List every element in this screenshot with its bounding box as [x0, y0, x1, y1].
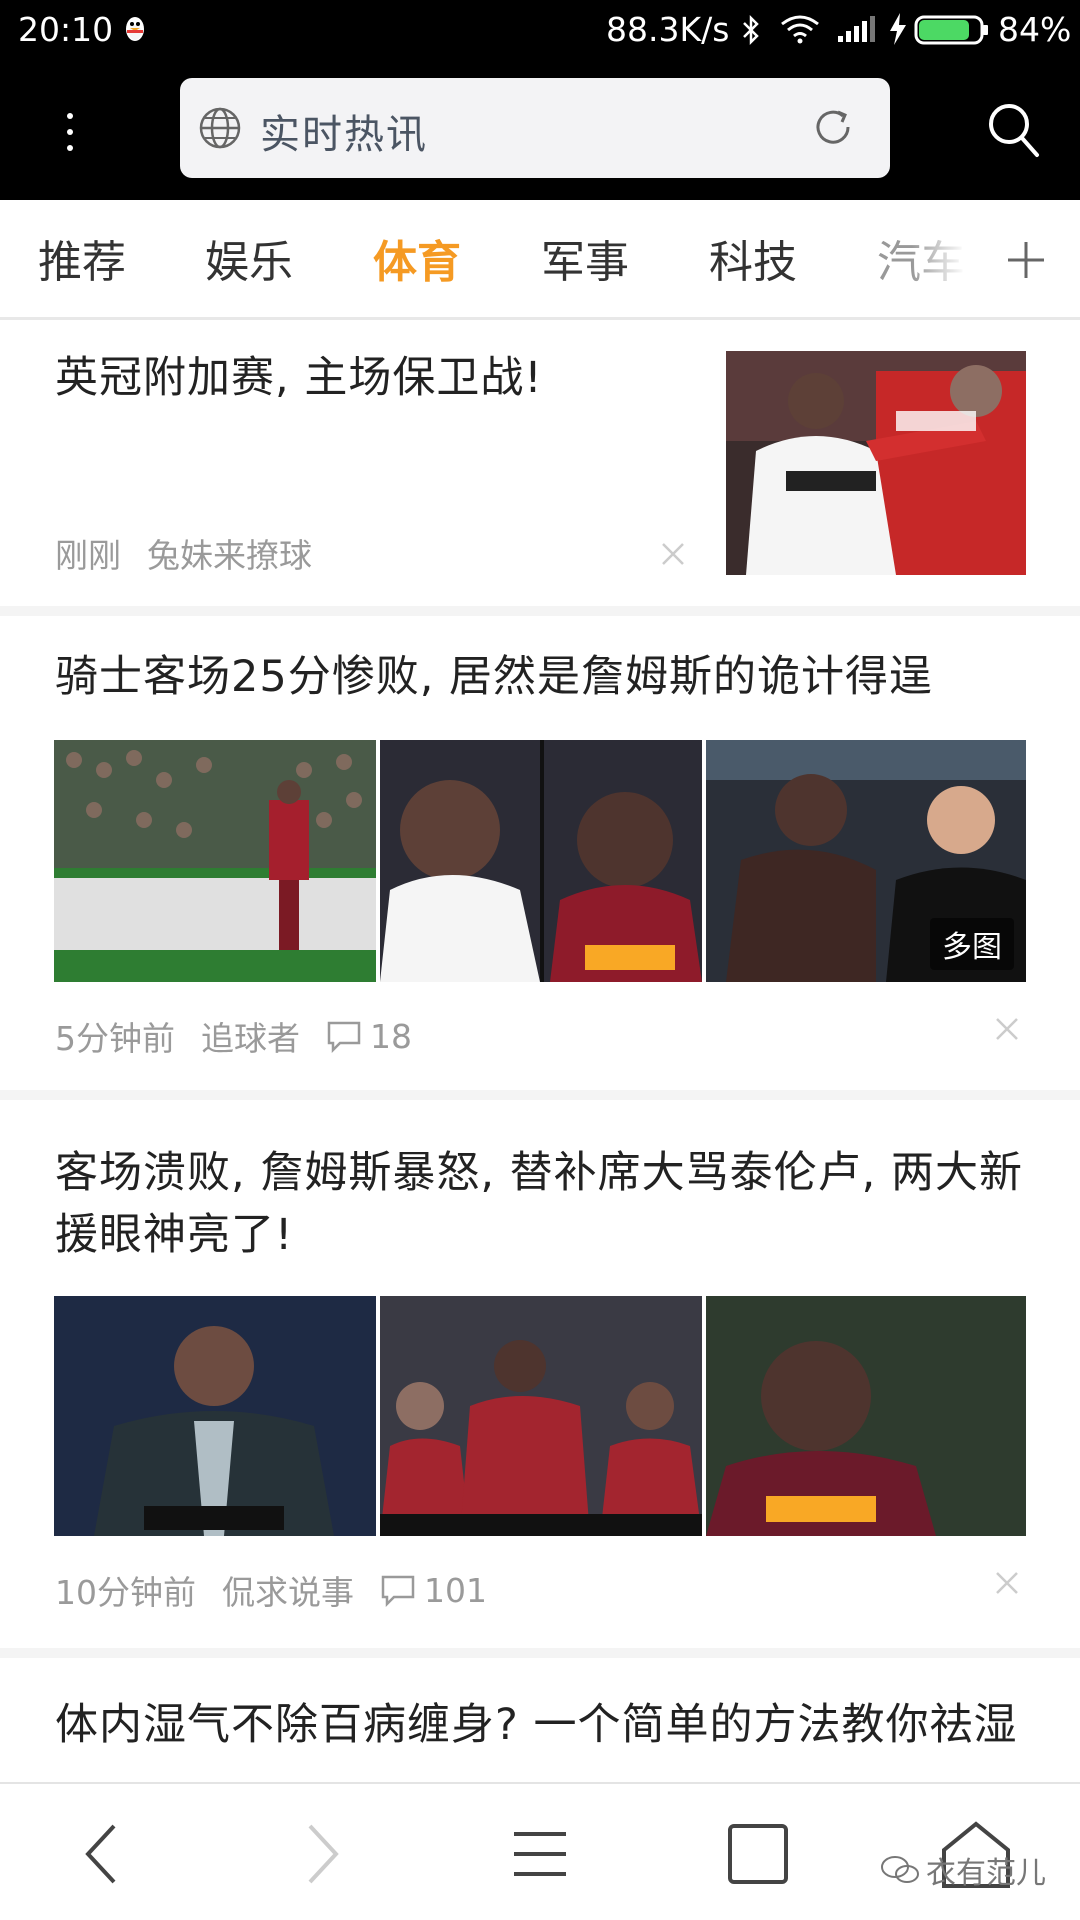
tabs-window-icon[interactable] — [718, 1814, 798, 1894]
add-channel-icon[interactable] — [1006, 240, 1046, 280]
news-image-3[interactable]: 多图 — [706, 740, 1026, 982]
football-photo — [726, 351, 1026, 575]
news-card[interactable]: 骑士客场25分惨败, 居然是詹姆斯的诡计得逞 多图 5分钟前 追球者 18 — [0, 616, 1080, 1090]
status-time: 20:10 — [18, 10, 114, 49]
news-title: 英冠附加赛, 主场保卫战! — [55, 353, 543, 403]
news-image-1[interactable] — [54, 1296, 376, 1536]
more-menu-icon[interactable] — [46, 92, 94, 172]
divider — [0, 1090, 1080, 1100]
crowd-photo — [54, 740, 376, 982]
tab-sports[interactable]: 体育 — [373, 226, 461, 290]
news-time: 10分钟前 — [55, 1573, 196, 1612]
news-thumbnail[interactable] — [726, 351, 1026, 575]
qq-penguin-icon — [126, 17, 144, 41]
dismiss-icon[interactable] — [660, 541, 686, 567]
wifi-icon — [781, 15, 819, 44]
channel-tabs: 推荐 娱乐 体育 军事 科技 汽车 — [0, 200, 1080, 320]
james-photo — [706, 1296, 1026, 1536]
divider — [0, 606, 1080, 616]
dismiss-icon[interactable] — [994, 1570, 1020, 1596]
watermark-text: 衣有范儿 — [926, 1856, 1046, 1891]
news-source: 兔妹来撩球 — [147, 536, 312, 575]
news-card[interactable]: 客场溃败, 詹姆斯暴怒, 替补席大骂泰伦卢, 两大新援眼神亮了! 10分钟前 侃… — [0, 1100, 1080, 1648]
tab-entertainment[interactable]: 娱乐 — [205, 226, 293, 290]
news-title: 体内湿气不除百病缠身? 一个简单的方法教你祛湿 — [55, 1700, 1018, 1750]
browser-toolbar: 实时热讯 — [0, 62, 1080, 200]
tab-military[interactable]: 军事 — [541, 226, 629, 290]
network-speed: 88.3K/s — [606, 10, 730, 49]
signal-icon — [838, 16, 875, 42]
watermark: 衣有范儿 — [880, 1848, 1046, 1892]
status-bar: 20:10 88.3K/s 84% — [0, 0, 1080, 62]
news-title: 客场溃败, 詹姆斯暴怒, 替补席大骂泰伦卢, 两大新援眼神亮了! — [55, 1148, 1024, 1260]
news-image-3[interactable] — [706, 1296, 1026, 1536]
news-image-2[interactable] — [380, 1296, 702, 1536]
comment-count[interactable]: 18 — [326, 1017, 412, 1056]
tab-technology[interactable]: 科技 — [709, 226, 797, 290]
news-meta: 5分钟前 追球者 18 — [55, 1012, 412, 1060]
news-card[interactable]: 英冠附加赛, 主场保卫战! 刚刚 兔妹来撩球 — [0, 323, 1080, 606]
news-time: 刚刚 — [55, 536, 121, 575]
wechat-icon — [881, 1856, 919, 1883]
menu-icon[interactable] — [500, 1814, 580, 1894]
comment-icon — [327, 1021, 361, 1053]
coach-bench-photo — [54, 1296, 376, 1536]
news-image-1[interactable] — [54, 740, 376, 982]
news-time: 5分钟前 — [55, 1019, 175, 1058]
players-photo — [380, 740, 702, 982]
news-image-2[interactable] — [380, 740, 702, 982]
bluetooth-icon — [743, 14, 759, 46]
tab-auto[interactable]: 汽车 — [877, 226, 965, 290]
bench-photo — [380, 1296, 702, 1536]
news-meta: 10分钟前 侃求说事 101 — [55, 1566, 487, 1614]
tab-recommend[interactable]: 推荐 — [38, 226, 126, 290]
reload-icon[interactable] — [810, 104, 856, 150]
news-title: 骑士客场25分惨败, 居然是詹姆斯的诡计得逞 — [55, 652, 934, 702]
comment-icon — [381, 1575, 415, 1607]
multi-image-badge: 多图 — [930, 918, 1014, 970]
browser-screen: 20:10 88.3K/s 84% 实时热讯 推荐 娱乐 体育 军事 科技 汽车… — [0, 0, 1080, 1920]
news-meta: 刚刚 兔妹来撩球 — [55, 529, 338, 577]
dismiss-icon[interactable] — [994, 1016, 1020, 1042]
news-source: 追球者 — [201, 1019, 300, 1058]
comment-number: 18 — [370, 1016, 412, 1056]
news-source: 侃求说事 — [222, 1573, 354, 1612]
divider — [0, 1648, 1080, 1658]
battery-icon — [914, 15, 988, 45]
back-icon[interactable] — [64, 1814, 144, 1894]
battery-percent: 84% — [998, 10, 1072, 49]
address-bar[interactable]: 实时热讯 — [180, 78, 890, 178]
search-icon[interactable] — [985, 100, 1041, 160]
charging-icon — [890, 13, 906, 45]
address-text: 实时热讯 — [260, 112, 428, 158]
comment-number: 101 — [424, 1570, 487, 1610]
comment-count[interactable]: 101 — [380, 1571, 487, 1610]
globe-icon — [199, 107, 241, 149]
forward-icon[interactable] — [280, 1814, 360, 1894]
